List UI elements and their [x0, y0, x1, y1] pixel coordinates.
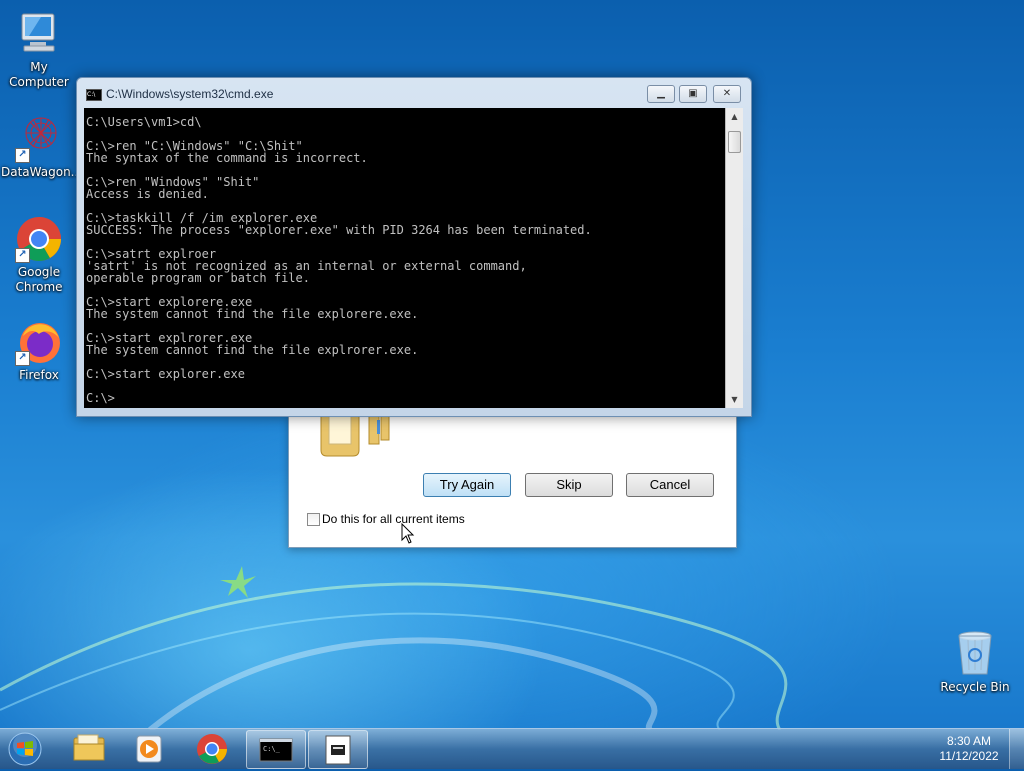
media-player-icon	[136, 735, 162, 763]
apply-to-all-checkbox[interactable]	[307, 513, 320, 526]
datawagon-icon: ↗	[15, 115, 63, 163]
start-button[interactable]	[6, 731, 44, 767]
taskbar-chrome[interactable]	[183, 730, 241, 767]
desktop-icon-label: Recycle Bin	[940, 680, 1010, 694]
console-text: C:\Users\vm1>cd\ C:\>ren "C:\Windows" "C…	[86, 115, 592, 405]
taskbar-explorer[interactable]	[60, 730, 118, 767]
windows-logo-icon	[8, 732, 42, 766]
cancel-button[interactable]: Cancel	[626, 473, 714, 497]
application-icon	[325, 735, 351, 765]
windows-explorer-icon	[73, 734, 105, 761]
taskbar: C:\_ 8:30 AM 11/12/2022	[0, 728, 1024, 769]
cmd-window: C:\ C:\Windows\system32\cmd.exe ▁ ▣ ✕ C:…	[76, 77, 752, 417]
show-desktop-button[interactable]	[1009, 729, 1024, 769]
taskbar-application[interactable]	[308, 730, 368, 769]
close-button[interactable]: ✕	[713, 85, 741, 103]
cmd-icon: C:\_	[259, 738, 293, 762]
try-again-button[interactable]: Try Again	[423, 473, 511, 497]
svg-text:C:\_: C:\_	[263, 745, 281, 753]
scroll-thumb[interactable]	[728, 131, 741, 153]
minimize-button[interactable]: ▁	[647, 85, 675, 103]
mouse-cursor-icon	[401, 523, 415, 544]
shortcut-arrow-icon: ↗	[15, 351, 30, 366]
maximize-button[interactable]: ▣	[679, 85, 707, 103]
desktop-icon-my-computer[interactable]: My Computer	[1, 10, 77, 90]
desktop-icon-recycle-bin[interactable]: Recycle Bin	[937, 630, 1013, 695]
window-title: C:\Windows\system32\cmd.exe	[106, 87, 274, 101]
chrome-icon	[197, 734, 227, 764]
desktop-icon-datawagon[interactable]: ↗ DataWagon...	[1, 115, 83, 180]
clock-date: 11/12/2022	[939, 749, 999, 763]
computer-icon	[15, 10, 63, 58]
cmd-icon: C:\	[86, 89, 102, 101]
desktop-icon-label: Firefox	[19, 368, 59, 382]
shortcut-arrow-icon: ↗	[15, 148, 30, 163]
apply-to-all-label[interactable]: Do this for all current items	[322, 512, 465, 526]
skip-button[interactable]: Skip	[525, 473, 613, 497]
firefox-icon: ↗	[15, 318, 63, 366]
chrome-icon: ↗	[15, 215, 63, 263]
scroll-up-icon[interactable]: ▲	[726, 108, 743, 125]
desktop-icon-label: DataWagon...	[1, 165, 83, 179]
cmd-titlebar[interactable]: C:\ C:\Windows\system32\cmd.exe ▁ ▣ ✕	[77, 78, 751, 108]
desktop-icon-google-chrome[interactable]: ↗ Google Chrome	[1, 215, 77, 295]
recycle-bin-icon	[951, 630, 999, 678]
taskbar-media-player[interactable]	[121, 730, 179, 767]
desktop-icon-label: My Computer	[9, 60, 69, 89]
folder-icon	[319, 413, 397, 458]
desktop-icon-firefox[interactable]: ↗ Firefox	[1, 318, 77, 383]
taskbar-cmd[interactable]: C:\_	[246, 730, 306, 769]
scroll-down-icon[interactable]: ▼	[726, 391, 743, 408]
vertical-scrollbar[interactable]: ▲ ▼	[725, 108, 743, 408]
file-operation-dialog: Try Again Skip Cancel Do this for all cu…	[288, 413, 737, 548]
desktop-icon-label: Google Chrome	[15, 265, 63, 294]
clock-time: 8:30 AM	[946, 734, 992, 748]
wallpaper-swoosh	[0, 566, 788, 730]
shortcut-arrow-icon: ↗	[15, 248, 30, 263]
taskbar-clock[interactable]: 8:30 AM 11/12/2022	[934, 734, 1004, 764]
console-output[interactable]: C:\Users\vm1>cd\ C:\>ren "C:\Windows" "C…	[84, 108, 725, 408]
